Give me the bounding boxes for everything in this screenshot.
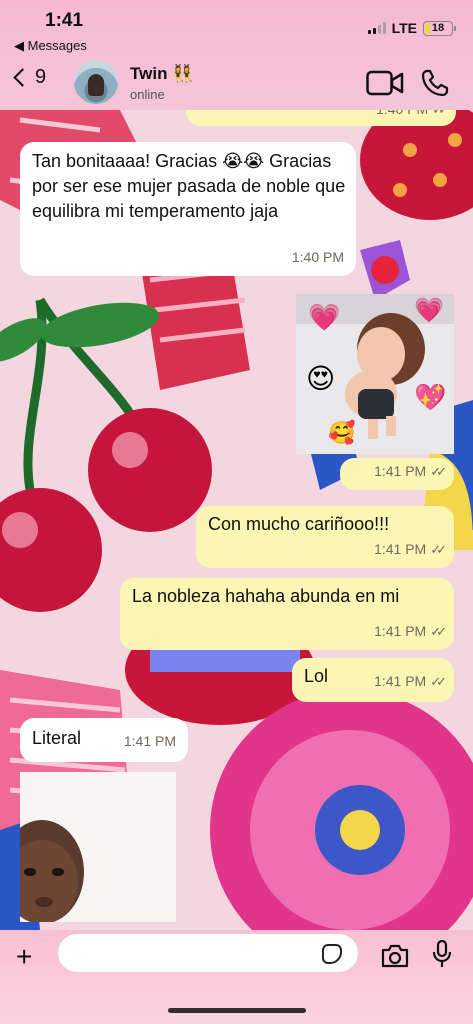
battery-icon: 18	[423, 20, 456, 36]
battery-level: 18	[431, 21, 445, 34]
photo-image	[20, 772, 176, 922]
message-meta: 1:40 PM	[292, 245, 344, 270]
sticker-emoji: 🥰	[328, 420, 356, 445]
status-indicators: LTE 18	[367, 20, 456, 36]
shared-photo-incoming[interactable]	[20, 772, 176, 922]
message-text: La nobleza hahaha abunda en mi	[132, 586, 400, 606]
sticker-emoji: 💗	[414, 297, 444, 324]
avatar[interactable]	[74, 60, 118, 104]
message-time: 1:41 PM	[374, 541, 427, 557]
home-indicator	[168, 1008, 306, 1013]
message-meta: 1:41 PM ✓✓	[374, 619, 447, 644]
network-label: LTE	[391, 20, 417, 36]
unread-count: 9	[35, 66, 47, 88]
message-bubble-outgoing[interactable]: Con mucho cariñooo!!! 1:41 PM ✓✓	[196, 506, 454, 568]
video-call-icon[interactable]	[366, 70, 404, 96]
camera-icon[interactable]	[380, 944, 410, 968]
double-check-icon: ✓✓	[430, 624, 447, 639]
photo-timestamp-pill: 1:41 PM ✓✓	[340, 458, 454, 490]
message-text: Con mucho cariñooo!!!	[208, 514, 390, 534]
phone-icon[interactable]	[420, 68, 450, 98]
top-bar: 1:41 ◀ Messages LTE 18 9 Twin 👯‍♀️ onlin…	[0, 0, 473, 110]
composer-bar: +	[0, 930, 473, 1024]
sticker-emoji: 😍	[306, 363, 336, 394]
message-text: Tan bonitaaaa! Gracias 😭😭 Gracias por se…	[32, 151, 346, 221]
message-time: 1:41 PM	[123, 733, 176, 749]
message-time: 1:41 PM	[374, 623, 427, 639]
back-chevron-icon	[13, 68, 32, 87]
contact-name[interactable]: Twin 👯‍♀️	[130, 64, 193, 84]
double-check-icon: ✓✓	[430, 464, 447, 479]
double-check-icon: ✓✓	[430, 674, 447, 689]
message-bubble-outgoing[interactable]: La nobleza hahaha abunda en mi 1:41 PM ✓…	[120, 578, 454, 650]
message-time: 1:40 PM	[291, 249, 344, 265]
microphone-icon[interactable]	[432, 940, 452, 968]
message-bubble-incoming[interactable]: Tan bonitaaaa! Gracias 😭😭 Gracias por se…	[20, 142, 356, 276]
sticker-emoji: 💗	[308, 302, 341, 332]
message-meta: 1:41 PM ✓✓	[374, 669, 447, 694]
plus-icon[interactable]: +	[16, 941, 32, 973]
back-to-messages-link[interactable]: ◀ Messages	[14, 38, 87, 54]
signal-icon	[367, 22, 386, 34]
message-time: 1:41 PM	[374, 673, 427, 689]
shared-photo-outgoing[interactable]: 💗 💗 😍 💖 🥰	[296, 294, 454, 454]
message-input[interactable]	[58, 934, 358, 972]
contact-status: online	[130, 87, 165, 102]
back-button[interactable]: 9	[10, 66, 46, 89]
message-meta: 1:41 PM	[124, 729, 176, 754]
sticker-emoji: 💖	[414, 382, 447, 412]
status-time: 1:41	[45, 10, 84, 31]
double-check-icon: ✓✓	[430, 542, 447, 557]
message-bubble-incoming[interactable]: Literal 1:41 PM	[20, 718, 188, 762]
message-bubble-outgoing[interactable]: Lol 1:41 PM ✓✓	[292, 658, 454, 702]
message-time: 1:41 PM	[374, 463, 427, 479]
message-meta: 1:41 PM ✓✓	[374, 537, 447, 562]
message-meta: 1:41 PM ✓✓	[374, 459, 447, 484]
